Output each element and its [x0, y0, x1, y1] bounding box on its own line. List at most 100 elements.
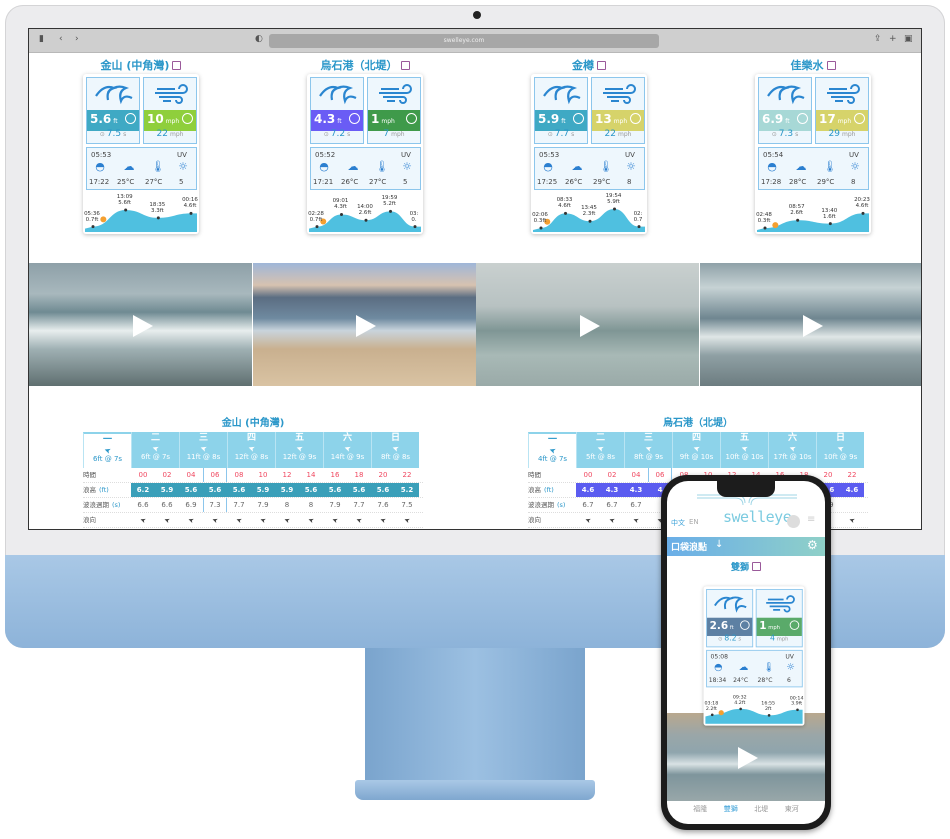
day-tab[interactable]: 一 ➤ 6ft @ 7s [83, 432, 131, 468]
day-tab[interactable]: 三 ➤ 8ft @ 9s [624, 432, 672, 468]
day-tab[interactable]: 一 ➤ 4ft @ 7s [528, 432, 576, 468]
phone-spot-title[interactable]: 雙獅 [667, 560, 825, 573]
day-tab[interactable]: 六 ➤ 17ft @ 10s [768, 432, 816, 468]
hour-cell[interactable]: 02 [155, 468, 179, 482]
spot-title[interactable]: 金山 (中角灣) [61, 57, 221, 73]
hour-cell[interactable]: 16 [323, 468, 347, 482]
spot-title[interactable]: 烏石港（北堤） [285, 57, 445, 73]
phone-video-thumbnail[interactable] [667, 713, 825, 801]
wave-icon [318, 82, 358, 110]
nav-tab[interactable]: 東河 [785, 804, 799, 818]
phone-screen: 中文 EN swelleye ≡ 口袋浪點 ↓ ⚙ 雙獅 福隆 雙獅 北堤 東河 2.… [667, 481, 825, 824]
day-tab[interactable]: 日 ➤ 8ft @ 8s [371, 432, 419, 468]
play-icon[interactable] [803, 314, 823, 337]
hour-cell[interactable]: 22 [840, 468, 864, 482]
hour-cell[interactable]: 04 [179, 468, 203, 482]
hour-cell[interactable]: 14 [299, 468, 323, 482]
hour-cell[interactable]: 20 [371, 468, 395, 482]
avatar[interactable] [787, 515, 800, 528]
spot-card[interactable]: 2.6 ft ⊙ 8.2 s 1 mph 4 mph 05:08 UV ◓ ☁ 🌡 ☼ 18:34 24°C 2… [703, 586, 805, 726]
sidebar-icon[interactable]: ▮ [39, 34, 44, 44]
surf-cam-video[interactable] [252, 263, 476, 386]
external-link-icon[interactable] [597, 61, 606, 70]
nav-tab[interactable]: 福隆 [693, 804, 707, 818]
tabs-icon[interactable]: ▣ [904, 34, 913, 44]
tide-height: 4.2ft [734, 700, 746, 706]
wind-unit: mph [381, 118, 395, 125]
hour-cell[interactable]: 06 [648, 468, 672, 482]
hour-cell[interactable]: 06 [203, 468, 227, 482]
gear-icon[interactable]: ⚙ [807, 538, 818, 552]
hour-cell[interactable]: 08 [227, 468, 251, 482]
surf-cam-video[interactable] [699, 263, 921, 386]
play-icon[interactable] [356, 314, 376, 337]
hour-cell[interactable]: 10 [251, 468, 275, 482]
nav-tab[interactable]: 北堤 [754, 804, 768, 818]
wave-icon [94, 82, 134, 110]
wind-compass-icon [789, 620, 800, 630]
surf-cam-video[interactable] [476, 263, 699, 386]
external-link-icon[interactable] [752, 562, 761, 571]
day-tab[interactable]: 二 ➤ 6ft @ 7s [131, 432, 179, 468]
forward-button[interactable]: › [75, 34, 79, 44]
day-tab[interactable]: 四 ➤ 9ft @ 10s [672, 432, 720, 468]
lang-en[interactable]: EN [689, 518, 699, 526]
play-icon[interactable] [738, 747, 758, 769]
sunrise-time: 05:53 [539, 151, 560, 159]
hour-cell[interactable]: 22 [395, 468, 419, 482]
spot-title[interactable]: 金樽 [509, 57, 669, 73]
hour-cell[interactable]: 00 [576, 468, 600, 482]
hour-cell[interactable]: 12 [275, 468, 299, 482]
wave-height: 5.6 [90, 112, 112, 126]
tide-height: 3.3ft [150, 207, 164, 214]
nav-tab[interactable]: 雙獅 [724, 804, 738, 818]
play-icon[interactable] [132, 314, 153, 337]
hour-cell[interactable]: 18 [347, 468, 371, 482]
spot-title[interactable]: 佳樂水 [733, 57, 893, 73]
favorites-bar[interactable]: 口袋浪點 ↓ ⚙ [667, 537, 825, 556]
surf-cam-video[interactable] [29, 263, 252, 386]
external-link-icon[interactable] [172, 61, 182, 70]
lang-zh[interactable]: 中文 [671, 518, 685, 528]
day-tab[interactable]: 三 ➤ 11ft @ 8s [179, 432, 227, 468]
spot-card[interactable]: 5.6 ft ⊙ 7.5 s 10 mph 22 mph 05:53 UV ◓ ☁ 🌡 ☼ 17:22 25°… [83, 74, 199, 234]
tide-point [637, 225, 641, 229]
share-icon[interactable]: ⇪ [874, 34, 882, 44]
day-tab[interactable]: 四 ➤ 12ft @ 8s [227, 432, 275, 468]
uv-sun-icon: ☼ [850, 160, 860, 173]
period-unit: s [571, 131, 575, 138]
day-tab[interactable]: 六 ➤ 14ft @ 9s [323, 432, 371, 468]
tide-height: 2.2ft [705, 706, 717, 712]
play-icon[interactable] [579, 314, 600, 337]
spot-card[interactable]: 5.9 ft ⊙ 7.7 s 13 mph 22 mph 05:53 UV ◓ ☁ 🌡 ☼ 17:25 26°… [531, 74, 647, 234]
spot-card[interactable]: 4.3 ft ⊙ 7.2 s 1 mph 7 mph 05:52 UV ◓ ☁ 🌡 ☼ 17:21 26°C 2… [307, 74, 423, 234]
new-tab-button[interactable]: + [889, 34, 897, 44]
menu-icon[interactable]: ≡ [807, 514, 815, 525]
tide-point [710, 713, 714, 717]
wind-gust: 29 mph [816, 129, 868, 139]
day-tab[interactable]: 五 ➤ 10ft @ 10s [720, 432, 768, 468]
logo[interactable]: swelleye [723, 508, 792, 526]
external-link-icon[interactable] [400, 61, 410, 70]
wave-box: 2.6 ft ⊙ 8.2 s [706, 589, 754, 648]
wave-direction-icon: ➤ [282, 515, 292, 525]
external-link-icon[interactable] [826, 61, 836, 70]
day-tab[interactable]: 五 ➤ 12ft @ 9s [275, 432, 323, 468]
height-cell: 5.6 [376, 486, 390, 494]
hour-cell[interactable]: 02 [600, 468, 624, 482]
wind-gust: 4 mph [757, 634, 802, 643]
wave-period-value: 7.7 [554, 129, 570, 139]
wave-period: ⊙ 7.5 s [87, 129, 139, 139]
row-label: 時間 [83, 468, 131, 482]
sunrise-time: 05:53 [91, 151, 112, 159]
hour-cell[interactable]: 00 [131, 468, 155, 482]
wind-gust-unit: mph [617, 131, 632, 138]
day-tab[interactable]: 二 ➤ 5ft @ 8s [576, 432, 624, 468]
address-bar[interactable]: swelleye.com [269, 34, 659, 48]
wind-speed-bar: 10 mph [144, 110, 196, 131]
hour-cell[interactable]: 04 [624, 468, 648, 482]
day-tab[interactable]: 日 ➤ 10ft @ 9s [816, 432, 864, 468]
row-label: 時間 [528, 468, 576, 482]
spot-card[interactable]: 6.9 ft ⊙ 7.3 s 17 mph 29 mph 05:54 UV ◓ ☁ 🌡 ☼ 17:28 28°… [755, 74, 871, 234]
back-button[interactable]: ‹ [59, 34, 63, 44]
